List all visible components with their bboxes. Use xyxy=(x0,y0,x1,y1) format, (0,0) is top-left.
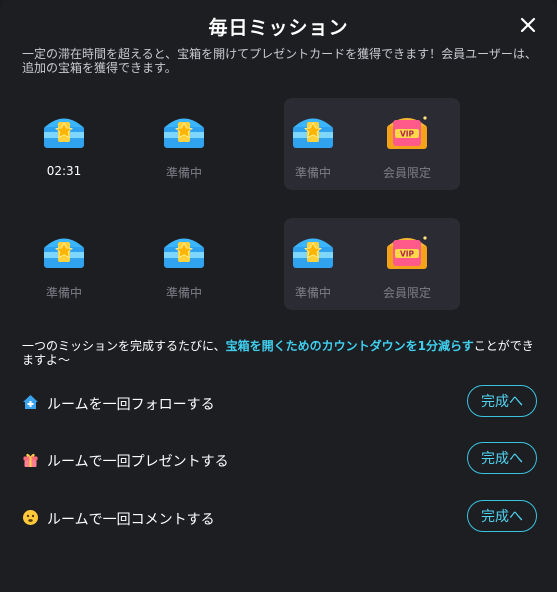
chest-row-1: 02:31 準備中 準備中 VIP 会員限定 xyxy=(22,98,492,190)
chest-status: 準備中 xyxy=(294,166,331,180)
intro-text: 一定の滞在時間を超えると、宝箱を開けてプレゼントカードを獲得できます！会員ユーザ… xyxy=(22,47,537,75)
complete-button[interactable]: 完成へ xyxy=(467,442,537,474)
chest-status: 準備中 xyxy=(294,286,331,300)
mission-text: ルームを一回フォローする xyxy=(47,397,215,413)
tip-text: 一つのミッションを完成するたびに、 xyxy=(22,339,226,353)
treasure-chest[interactable] xyxy=(154,102,214,162)
vip-badge: VIP xyxy=(400,250,415,259)
blue-chest-icon xyxy=(44,118,84,148)
vip-treasure-chest[interactable]: VIP xyxy=(377,222,437,282)
mission-gift: ルームで一回プレゼントする 完成へ xyxy=(22,442,537,476)
blue-chest-icon xyxy=(164,118,204,148)
vip-chest-icon: VIP xyxy=(387,236,427,269)
treasure-chest[interactable] xyxy=(34,222,94,282)
daily-mission-dialog: 毎日ミッション 一定の滞在時間を超えると、宝箱を開けてプレゼントカードを獲得でき… xyxy=(0,0,557,592)
chest-status: 会員限定 xyxy=(382,166,431,180)
vip-badge: VIP xyxy=(400,130,415,139)
mission-follow: ルームを一回フォローする 完成へ xyxy=(22,385,537,419)
gift-icon xyxy=(23,453,38,467)
blue-chest-icon xyxy=(164,238,204,268)
comment-emoji-icon xyxy=(23,510,38,525)
mission-comment: ルームで一回コメントする 完成へ xyxy=(22,500,537,534)
blue-chest-icon xyxy=(293,238,333,268)
chest-status: 準備中 xyxy=(45,286,82,300)
treasure-chest[interactable] xyxy=(283,222,343,282)
mission-tip: 一つのミッションを完成するたびに、宝箱を開くためのカウントダウンを1分減らすこと… xyxy=(22,339,537,367)
mission-text: ルームで一回コメントする xyxy=(47,512,215,528)
chest-countdown: 02:31 xyxy=(46,164,82,178)
dialog-title: 毎日ミッション xyxy=(208,17,349,39)
treasure-chest[interactable] xyxy=(34,102,94,162)
vip-chest-icon: VIP xyxy=(387,116,427,149)
treasure-chest[interactable] xyxy=(154,222,214,282)
chest-status: 会員限定 xyxy=(382,286,431,300)
chest-row-2: 準備中 準備中 準備中 VIP 会員限定 xyxy=(22,218,492,310)
complete-button[interactable]: 完成へ xyxy=(467,500,537,532)
close-icon[interactable] xyxy=(519,16,537,34)
treasure-chest[interactable] xyxy=(283,102,343,162)
complete-button[interactable]: 完成へ xyxy=(467,385,537,417)
mission-text: ルームで一回プレゼントする xyxy=(47,454,229,470)
follow-home-icon xyxy=(23,395,38,409)
chest-status: 準備中 xyxy=(165,166,202,180)
vip-treasure-chest[interactable]: VIP xyxy=(377,102,437,162)
blue-chest-icon xyxy=(293,118,333,148)
chest-status: 準備中 xyxy=(165,286,202,300)
blue-chest-icon xyxy=(44,238,84,268)
tip-highlight: 宝箱を開くためのカウントダウンを1分減らす xyxy=(225,339,474,353)
